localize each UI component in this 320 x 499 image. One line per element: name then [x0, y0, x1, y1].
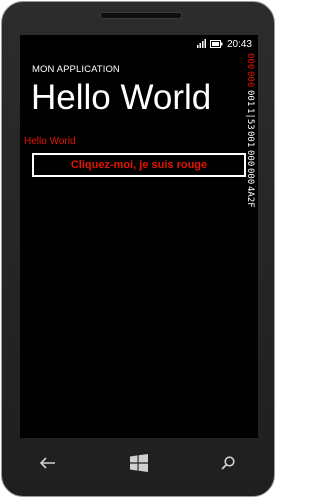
back-icon — [39, 456, 56, 474]
page-title: Hello World — [31, 78, 212, 117]
application-title: MON APPLICATION — [32, 64, 120, 75]
start-button[interactable] — [127, 453, 151, 477]
frame-rate-counter-value: 000 — [245, 71, 255, 88]
red-click-button[interactable]: Cliquez-moi, je suis rouge — [32, 153, 246, 177]
frame-rate-counter-value: 000 — [245, 53, 255, 70]
frame-rate-counter-value: 000 — [245, 168, 255, 185]
hello-world-label: Hello World — [24, 136, 76, 147]
search-button[interactable] — [216, 453, 240, 477]
frame-rate-counter-value: 4A2F — [245, 186, 255, 208]
earpiece-speaker — [100, 12, 182, 19]
frame-rate-counter: 000 000 001 1|53 001 000 000 4A2F — [243, 53, 257, 208]
phone-screen: 20:43 MON APPLICATION Hello World Hello … — [20, 35, 258, 438]
status-time: 20:43 — [226, 39, 252, 50]
phone-frame: 20:43 MON APPLICATION Hello World Hello … — [1, 1, 275, 497]
search-icon — [221, 455, 235, 475]
status-bar: 20:43 — [196, 38, 252, 52]
back-button[interactable] — [36, 453, 60, 477]
frame-rate-counter-value: 1|53 — [245, 107, 255, 130]
frame-rate-counter-value: 001 — [245, 89, 255, 106]
signal-icon — [196, 39, 206, 51]
windows-start-icon — [130, 453, 148, 477]
battery-icon — [209, 39, 223, 51]
frame-rate-counter-value: 001 — [245, 131, 255, 148]
frame-rate-counter-value: 000 — [245, 149, 255, 167]
hardware-nav-bar — [20, 438, 258, 490]
